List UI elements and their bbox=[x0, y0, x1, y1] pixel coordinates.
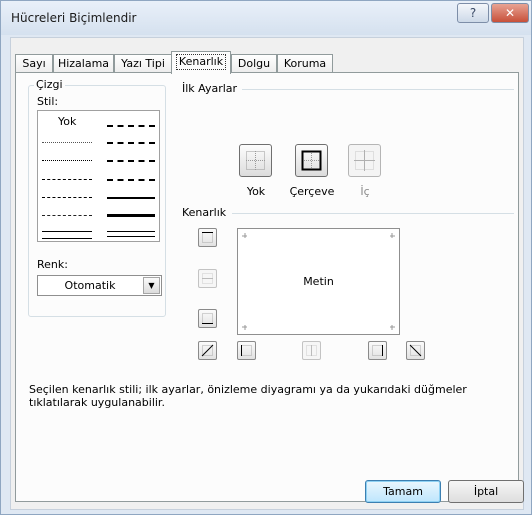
border-diagonal-up-icon bbox=[201, 344, 214, 357]
color-label: Renk: bbox=[37, 258, 68, 271]
title-bar[interactable]: Hücreleri Biçimlendir ? ✕ bbox=[1, 1, 531, 35]
preset-none-label: Yok bbox=[246, 185, 266, 198]
close-button[interactable]: ✕ bbox=[491, 3, 529, 23]
preset-outline-button[interactable] bbox=[295, 144, 328, 177]
border-left-button[interactable] bbox=[237, 341, 256, 360]
preset-inside-icon bbox=[354, 150, 375, 171]
preview-text: Metin bbox=[303, 275, 334, 288]
tab-border[interactable]: Kenarlık bbox=[171, 51, 231, 74]
line-style-thick[interactable] bbox=[107, 214, 155, 217]
preset-outline-icon bbox=[301, 150, 322, 171]
line-style-list[interactable]: Yok bbox=[37, 110, 160, 242]
border-inside-horizontal-button[interactable] bbox=[198, 269, 217, 288]
border-inside-vertical-button[interactable] bbox=[302, 341, 321, 360]
border-right-icon bbox=[372, 345, 383, 356]
line-style-hair[interactable] bbox=[42, 142, 92, 143]
line-style-medium-dash-dot[interactable] bbox=[107, 160, 155, 162]
line-group-title: Çizgi bbox=[34, 78, 65, 91]
line-style-dash-dot-dot[interactable] bbox=[42, 179, 92, 180]
format-cells-dialog: Hücreleri Biçimlendir ? ✕ Sayı Hizalama … bbox=[0, 0, 532, 515]
preset-none-icon bbox=[246, 151, 265, 170]
border-bottom-button[interactable] bbox=[198, 309, 217, 328]
tab-fill[interactable]: Dolgu bbox=[231, 54, 277, 73]
border-right-button[interactable] bbox=[368, 341, 387, 360]
border-left-icon bbox=[241, 345, 252, 356]
line-style-medium-dashed[interactable] bbox=[107, 179, 155, 181]
dialog-client-area: Sayı Hizalama Yazı Tipi Kenarlık Dolgu K… bbox=[10, 37, 524, 510]
color-dropdown[interactable]: Otomatik ▼ bbox=[37, 275, 162, 296]
cancel-button[interactable]: İptal bbox=[448, 480, 524, 503]
line-style-medium-dash-dot-dot[interactable] bbox=[107, 125, 155, 127]
tab-font[interactable]: Yazı Tipi bbox=[114, 54, 172, 73]
presets-title: İlk Ayarlar bbox=[182, 82, 238, 95]
line-style-medium[interactable] bbox=[107, 197, 155, 199]
border-diagonal-up-button[interactable] bbox=[198, 341, 217, 360]
help-button[interactable]: ? bbox=[457, 3, 489, 23]
line-style-none[interactable]: Yok bbox=[58, 115, 76, 128]
line-style-thin[interactable] bbox=[42, 231, 92, 239]
tab-alignment[interactable]: Hizalama bbox=[53, 54, 114, 73]
color-value: Otomatik bbox=[64, 279, 116, 292]
border-top-button[interactable] bbox=[198, 228, 217, 247]
dropdown-arrow-icon[interactable]: ▼ bbox=[143, 277, 160, 294]
tab-number[interactable]: Sayı bbox=[15, 54, 53, 73]
line-style-dotted[interactable] bbox=[42, 160, 92, 161]
style-label: Stil: bbox=[37, 95, 59, 108]
preset-none-button[interactable] bbox=[239, 144, 272, 177]
border-bottom-icon bbox=[202, 313, 213, 324]
preset-inside-label: İç bbox=[360, 185, 370, 198]
tab-protection[interactable]: Koruma bbox=[277, 54, 333, 73]
dialog-title: Hücreleri Biçimlendir bbox=[11, 11, 137, 25]
description-text: Seçilen kenarlık stili; ilk ayarlar, öni… bbox=[29, 383, 467, 409]
border-separator bbox=[232, 213, 514, 214]
presets-separator bbox=[242, 89, 514, 90]
line-style-dash-dot[interactable] bbox=[42, 197, 92, 198]
line-style-dashed[interactable] bbox=[42, 215, 92, 216]
border-title: Kenarlık bbox=[182, 206, 227, 219]
line-style-slant-dash-dot[interactable] bbox=[107, 142, 155, 144]
line-style-double[interactable] bbox=[107, 231, 155, 237]
border-tab-page: Çizgi Stil: Yok Renk: Otomatik ▼ İlk Aya… bbox=[15, 72, 519, 502]
preset-outline-label: Çerçeve bbox=[289, 185, 335, 198]
border-inside-vertical-icon bbox=[306, 345, 317, 356]
preset-inside-button[interactable] bbox=[348, 144, 381, 177]
border-preview[interactable]: Metin bbox=[237, 228, 400, 335]
border-inside-horizontal-icon bbox=[202, 273, 213, 284]
border-diagonal-down-icon bbox=[409, 344, 422, 357]
border-top-icon bbox=[202, 232, 213, 243]
ok-button[interactable]: Tamam bbox=[365, 480, 441, 503]
border-diagonal-down-button[interactable] bbox=[406, 341, 425, 360]
